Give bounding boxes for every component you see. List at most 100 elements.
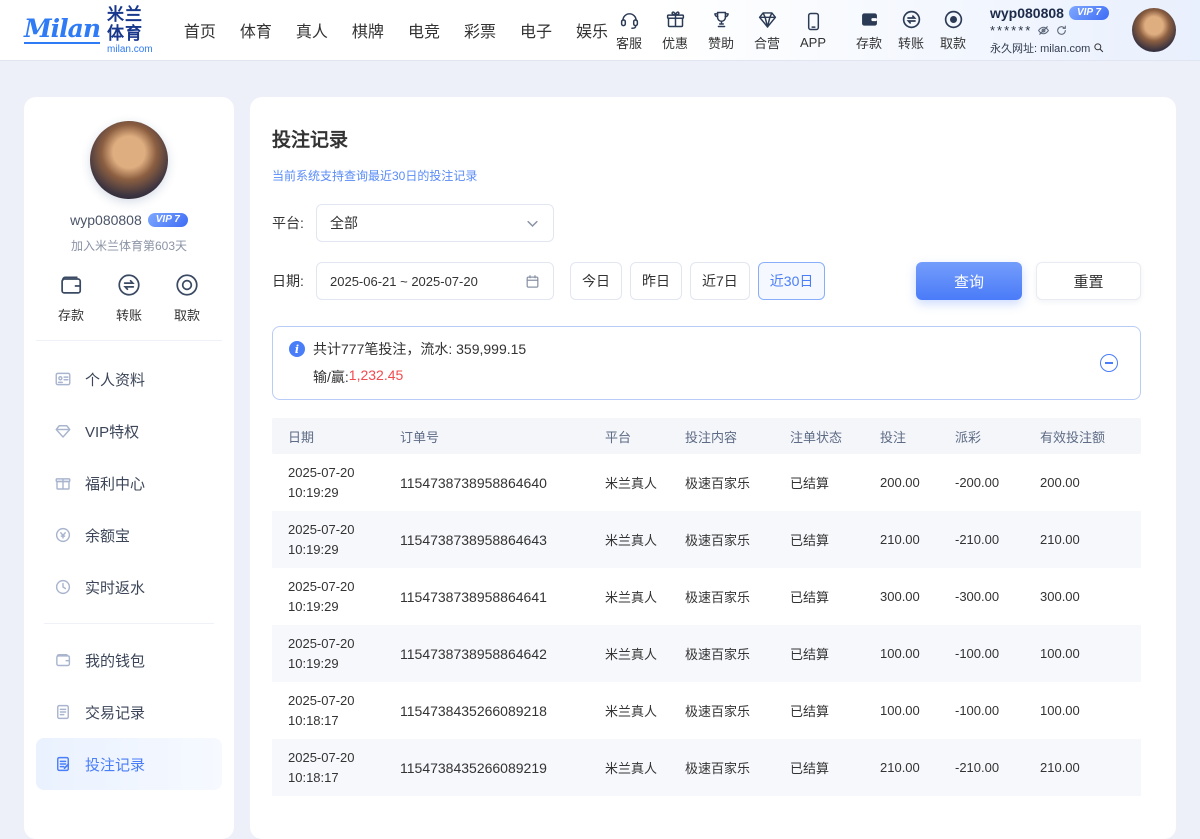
sidebar-transfer-button[interactable]: 转账 — [116, 272, 142, 324]
coin-icon — [54, 526, 72, 544]
cell-order-number: 1154738738958864642 — [400, 646, 605, 662]
col-header-valid: 有效投注额 — [1040, 427, 1141, 446]
sidebar-vip-badge: VIP 7 — [148, 213, 188, 227]
refresh-icon[interactable] — [1055, 24, 1068, 37]
table-row[interactable]: 2025-07-20 10:19:29 1154738738958864643 … — [272, 511, 1141, 568]
page-title: 投注记录 — [272, 125, 1141, 152]
sidebar-item-label: VIP特权 — [85, 421, 139, 442]
sidebar-item-transactions[interactable]: 交易记录 — [36, 686, 222, 738]
nav-transfer-label: 转账 — [898, 33, 924, 52]
cell-order-number: 1154738738958864640 — [400, 475, 605, 491]
collapse-summary-icon[interactable] — [1100, 354, 1118, 372]
nav-menu-item[interactable]: 体育 — [240, 18, 272, 42]
gift-box-icon — [54, 474, 72, 492]
realtime-rebate-icon — [54, 578, 72, 596]
cell-valid-amount: 100.00 — [1040, 703, 1141, 718]
nav-promo-button[interactable]: 优惠 — [654, 9, 696, 52]
nav-partner-button[interactable]: 合营 — [746, 9, 788, 52]
bet-records-table: 日期 订单号 平台 投注内容 注单状态 投注 派彩 有效投注额 2025-07-… — [272, 418, 1141, 796]
quick-range-button[interactable]: 昨日 — [630, 262, 682, 300]
nav-menu-item[interactable]: 棋牌 — [352, 18, 384, 42]
nav-transfer-button[interactable]: 转账 — [890, 9, 932, 52]
cell-order-number: 1154738435266089219 — [400, 760, 605, 776]
win-loss-label: 输/赢: — [313, 367, 349, 387]
sidebar-deposit-button[interactable]: 存款 — [58, 272, 84, 324]
date-filter-row: 日期: 2025-06-21 ~ 2025-07-20 今日 昨日 近7日 近3… — [272, 262, 1141, 300]
sidebar-item-wallet[interactable]: 我的钱包 — [36, 634, 222, 686]
cell-status: 已结算 — [790, 701, 880, 720]
table-row[interactable]: 2025-07-20 10:19:29 1154738738958864642 … — [272, 625, 1141, 682]
my-wallet-icon — [54, 651, 72, 669]
nav-service-button[interactable]: 客服 — [608, 9, 650, 52]
sidebar-item-yuebao[interactable]: 余额宝 — [36, 509, 222, 561]
cell-bet-content: 极速百家乐 — [685, 473, 790, 492]
col-header-payout: 派彩 — [955, 427, 1040, 446]
cell-payout: -200.00 — [955, 475, 1040, 490]
cell-platform: 米兰真人 — [605, 473, 685, 492]
cell-bet-content: 极速百家乐 — [685, 587, 790, 606]
cell-platform: 米兰真人 — [605, 530, 685, 549]
cell-payout: -100.00 — [955, 646, 1040, 661]
cell-date-time: 10:18:17 — [288, 768, 400, 788]
sidebar-item-vip[interactable]: VIP特权 — [36, 405, 222, 457]
sidebar-withdraw-button[interactable]: 取款 — [174, 272, 200, 324]
profile-avatar[interactable] — [90, 121, 168, 199]
cell-order-number: 1154738738958864641 — [400, 589, 605, 605]
col-header-date: 日期 — [288, 427, 400, 446]
phone-icon — [803, 11, 824, 32]
sidebar-item-bet-records[interactable]: 投注记录 — [36, 738, 222, 790]
nav-menu-item[interactable]: 彩票 — [464, 18, 496, 42]
nav-menu-item[interactable]: 电子 — [520, 18, 552, 42]
sidebar-item-profile[interactable]: 个人资料 — [36, 353, 222, 405]
table-row[interactable]: 2025-07-20 10:18:17 1154738435266089219 … — [272, 739, 1141, 796]
sidebar-item-welfare[interactable]: 福利中心 — [36, 457, 222, 509]
col-header-content: 投注内容 — [685, 427, 790, 446]
eye-off-icon[interactable] — [1037, 24, 1050, 37]
cell-platform: 米兰真人 — [605, 587, 685, 606]
cell-date-time: 10:19:29 — [288, 597, 400, 617]
nav-wallet-group: 存款 转账 取款 — [848, 9, 974, 52]
quick-range-button[interactable]: 今日 — [570, 262, 622, 300]
sidebar-item-label: 个人资料 — [85, 369, 145, 390]
cell-date-time: 10:19:29 — [288, 540, 400, 560]
quick-range-button[interactable]: 近30日 — [758, 262, 826, 300]
nav-menu-item[interactable]: 真人 — [296, 18, 328, 42]
cell-payout: -300.00 — [955, 589, 1040, 604]
brand-logo[interactable]: Milan 米兰体育 milan.com — [24, 5, 156, 56]
nav-app-button[interactable]: APP — [792, 11, 834, 50]
cell-date: 2025-07-20 10:19:29 — [288, 463, 400, 502]
nav-menu-item[interactable]: 首页 — [184, 18, 216, 42]
cell-payout: -210.00 — [955, 532, 1040, 547]
cell-status: 已结算 — [790, 758, 880, 777]
sidebar-username: wyp080808 — [70, 212, 142, 228]
calendar-icon — [525, 274, 540, 289]
nav-deposit-button[interactable]: 存款 — [848, 9, 890, 52]
nav-app-label: APP — [800, 35, 826, 50]
cell-date-day: 2025-07-20 — [288, 463, 400, 483]
reset-button[interactable]: 重置 — [1036, 262, 1141, 300]
nav-deposit-label: 存款 — [856, 33, 882, 52]
nav-withdraw-button[interactable]: 取款 — [932, 9, 974, 52]
nav-right: 客服 优惠 赞助 合营 APP — [608, 5, 1176, 56]
table-row[interactable]: 2025-07-20 10:19:29 1154738738958864641 … — [272, 568, 1141, 625]
chevron-down-icon — [525, 216, 540, 231]
date-range-input[interactable]: 2025-06-21 ~ 2025-07-20 — [316, 262, 554, 300]
nav-menu-item[interactable]: 娱乐 — [576, 18, 608, 42]
target-coin-icon — [174, 272, 200, 298]
table-row[interactable]: 2025-07-20 10:19:29 1154738738958864640 … — [272, 454, 1141, 511]
user-avatar[interactable] — [1132, 8, 1176, 52]
membership-days: 加入米兰体育第603天 — [36, 237, 222, 254]
nav-sponsor-button[interactable]: 赞助 — [700, 9, 742, 52]
sidebar-divider — [44, 623, 214, 624]
sidebar-item-rebate[interactable]: 实时返水 — [36, 561, 222, 613]
quick-range-button[interactable]: 近7日 — [690, 262, 750, 300]
table-row[interactable]: 2025-07-20 10:18:17 1154738435266089218 … — [272, 682, 1141, 739]
sidebar-item-label: 投注记录 — [85, 754, 145, 775]
platform-select[interactable]: 全部 — [316, 204, 554, 242]
search-button[interactable]: 查询 — [916, 262, 1022, 300]
sidebar: wyp080808 VIP 7 加入米兰体育第603天 存款 转账 取款 — [24, 97, 234, 839]
nav-menu-item[interactable]: 电竞 — [408, 18, 440, 42]
sidebar-item-label: 我的钱包 — [85, 650, 145, 671]
cell-valid-amount: 100.00 — [1040, 646, 1141, 661]
search-icon[interactable] — [1093, 42, 1104, 53]
